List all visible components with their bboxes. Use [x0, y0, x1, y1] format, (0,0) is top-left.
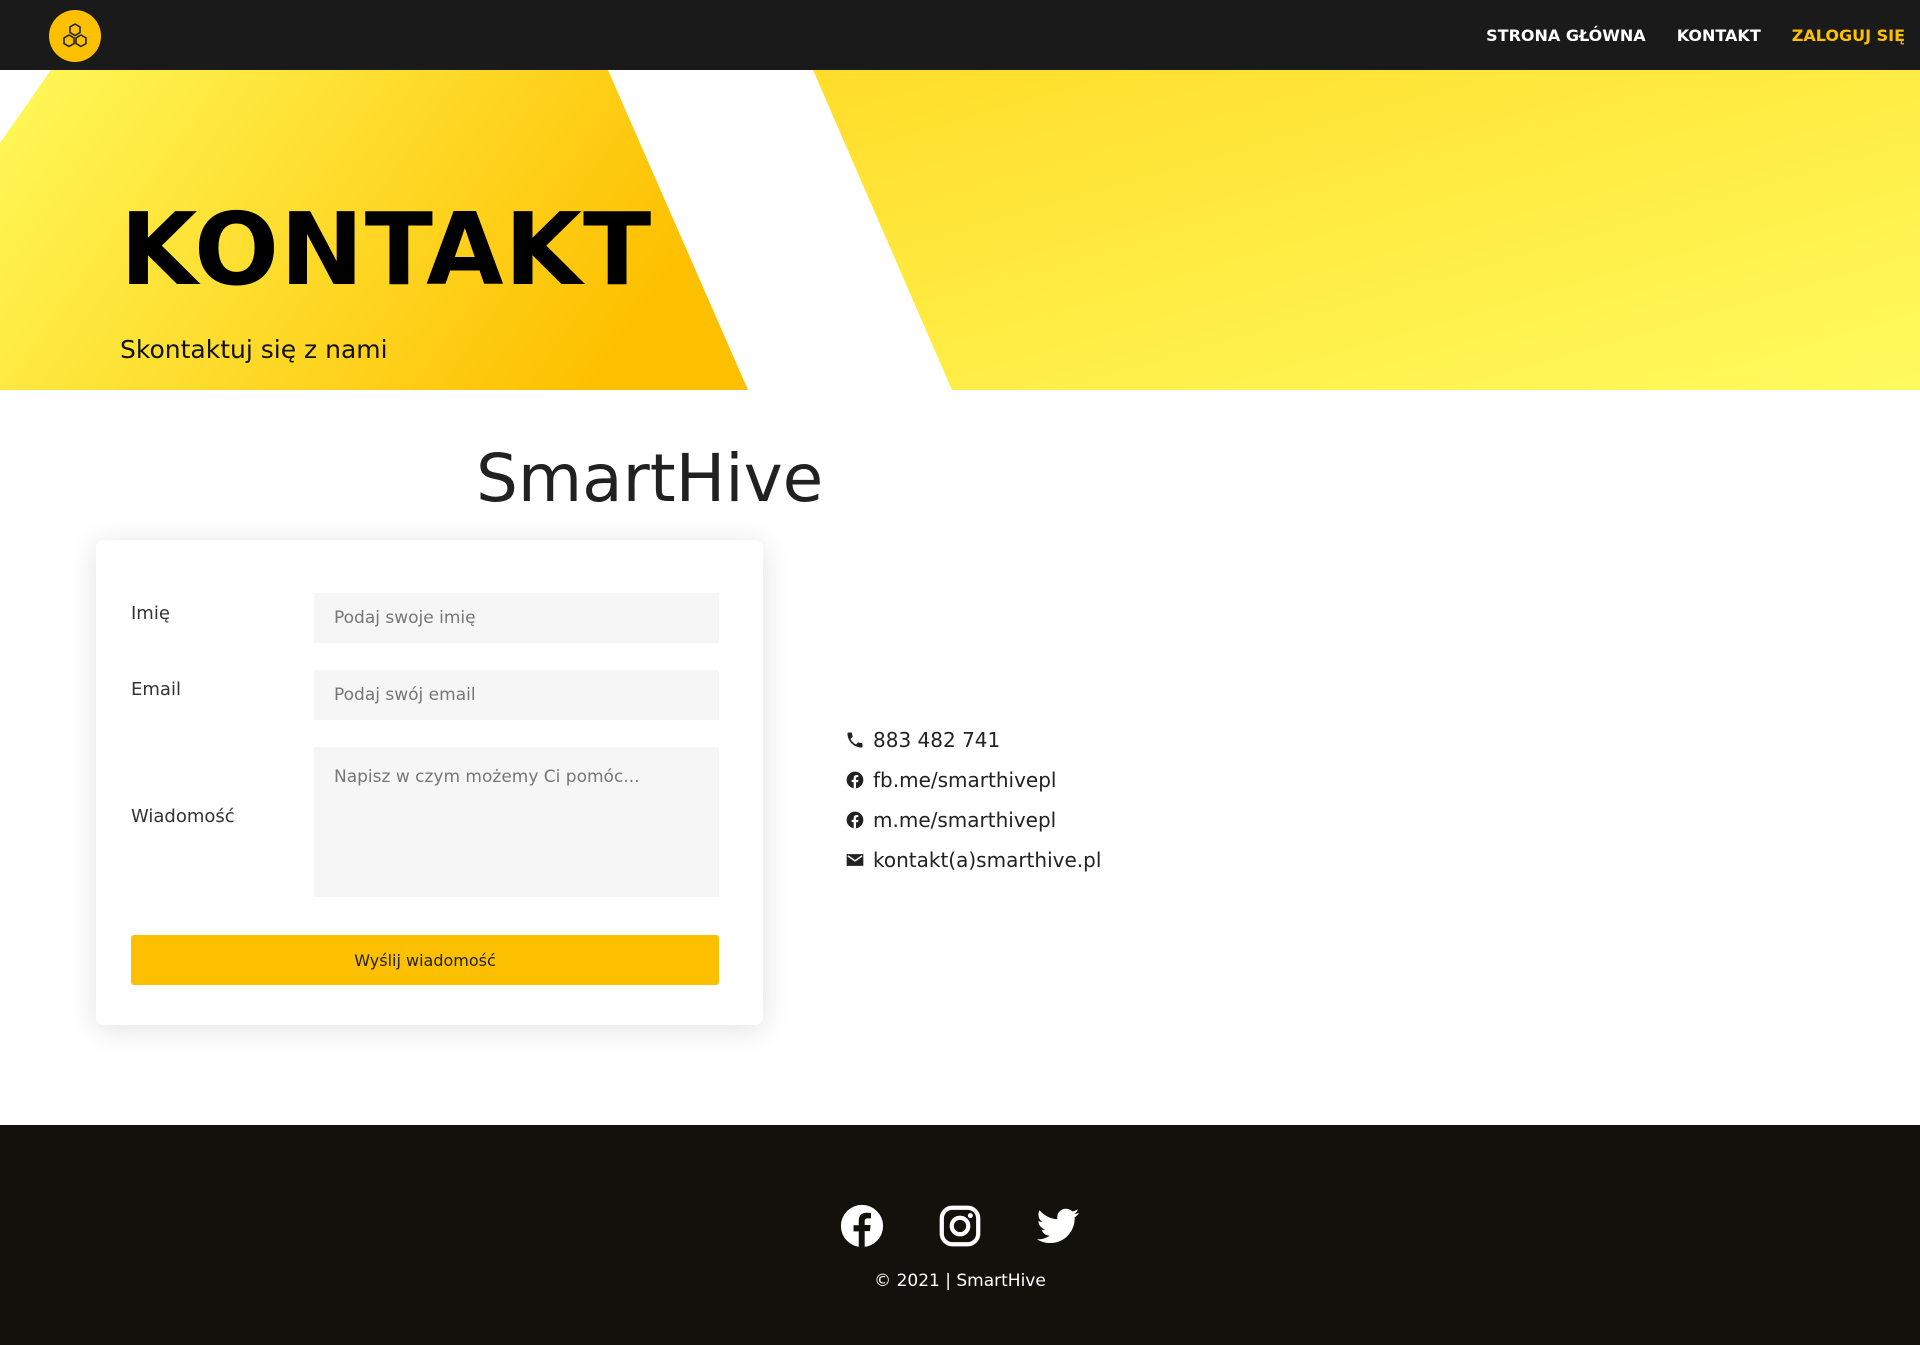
facebook-icon [846, 811, 864, 829]
nav-login-link[interactable]: Zaloguj się [1792, 26, 1905, 45]
email-label: Email [131, 679, 181, 700]
contact-phone-text: 883 482 741 [873, 728, 1001, 752]
top-navbar: Strona główna Kontakt Zaloguj się [0, 0, 1920, 70]
mail-icon [846, 854, 864, 866]
nav-contact-link[interactable]: Kontakt [1677, 26, 1761, 45]
phone-icon [847, 732, 863, 748]
contact-form-card: Imię Email Wiadomość Wyślij wiadomość [96, 540, 763, 1025]
nav-links: Strona główna Kontakt Zaloguj się [1455, 0, 1905, 70]
contact-email[interactable]: kontakt(a)smarthive.pl [845, 840, 1101, 880]
message-label: Wiadomość [131, 806, 235, 827]
contact-facebook-text: fb.me/smarthivepl [873, 768, 1057, 792]
name-input[interactable] [314, 593, 719, 643]
contact-phone[interactable]: 883 482 741 [845, 720, 1101, 760]
message-textarea[interactable] [314, 747, 719, 897]
nav-home-link[interactable]: Strona główna [1486, 26, 1646, 45]
facebook-icon [846, 771, 864, 789]
page-subtitle: Skontaktuj się z nami [120, 335, 388, 364]
copyright-text: © 2021 | SmartHive [874, 1271, 1046, 1291]
page-footer: © 2021 | SmartHive [0, 1125, 1920, 1345]
name-label: Imię [131, 603, 170, 624]
email-input[interactable] [314, 670, 719, 720]
instagram-icon[interactable] [937, 1203, 983, 1249]
contact-info-list: 883 482 741 fb.me/smarthivepl m.me/smart… [845, 720, 1101, 880]
brand-heading: SmartHive [476, 440, 824, 517]
honeycomb-logo-icon [63, 23, 87, 48]
hero-banner: KONTAKT Skontaktuj się z nami [0, 70, 1920, 390]
facebook-icon[interactable] [839, 1203, 885, 1249]
smarthive-logo[interactable] [49, 10, 101, 62]
twitter-icon[interactable] [1035, 1203, 1081, 1249]
contact-facebook[interactable]: fb.me/smarthivepl [845, 760, 1101, 800]
contact-messenger-text: m.me/smarthivepl [873, 808, 1057, 832]
contact-email-text: kontakt(a)smarthive.pl [873, 848, 1102, 872]
send-message-button[interactable]: Wyślij wiadomość [131, 935, 719, 985]
contact-messenger[interactable]: m.me/smarthivepl [845, 800, 1101, 840]
page-title: KONTAKT [120, 191, 653, 308]
